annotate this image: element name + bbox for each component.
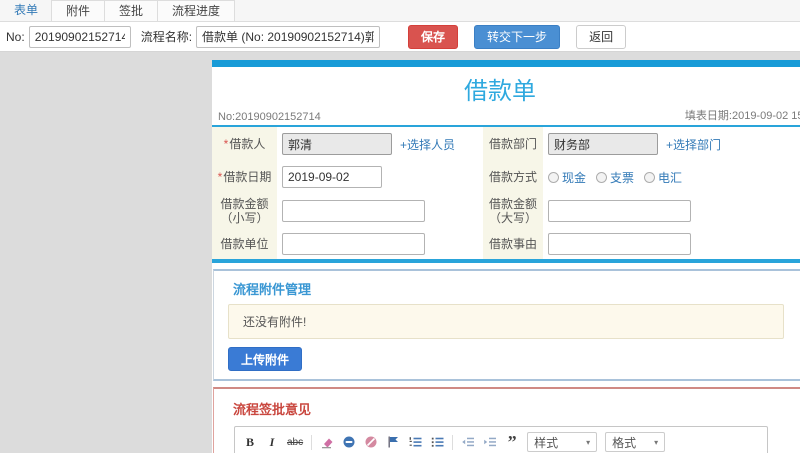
editor-toolbar: B I abc ” 样式 ▾ 格式 ▾ (235, 427, 767, 453)
department-label: 借款部门 (483, 127, 543, 161)
borrower-field: +选择人员 (277, 127, 483, 161)
loan-date-input[interactable] (282, 166, 382, 188)
no-attachment-alert: 还没有附件! (228, 304, 784, 339)
chevron-down-icon: ▾ (586, 437, 591, 447)
fill-date: 填表日期:2019-09-02 15:27:1 (684, 110, 800, 122)
styles-dropdown[interactable]: 样式 ▾ (527, 432, 598, 452)
document-meta-row: No:20190902152714 填表日期:2019-09-02 15:27:… (212, 109, 800, 127)
tab-approval[interactable]: 签批 (104, 0, 159, 21)
page-title: 借款单 (464, 78, 536, 105)
loan-reason-field (543, 229, 800, 259)
attachment-panel-heading: 流程附件管理 (233, 282, 312, 297)
amount-lowercase-input[interactable] (282, 200, 425, 222)
select-department-link[interactable]: +选择部门 (666, 136, 721, 153)
bullet-list-button[interactable] (430, 434, 444, 450)
loan-date-field (277, 161, 483, 193)
panel-top-accent-bar (212, 60, 800, 67)
remove-format-button[interactable] (320, 434, 334, 450)
unlink-icon (365, 436, 377, 448)
no-input[interactable] (28, 25, 131, 48)
ordered-list-button[interactable] (408, 434, 422, 450)
amount-uppercase-field (543, 193, 800, 229)
required-mark: * (217, 170, 223, 184)
outdent-icon (462, 437, 475, 447)
radio-icon (644, 171, 656, 183)
back-button[interactable]: 返回 (576, 24, 627, 49)
radio-icon (596, 171, 608, 183)
borrower-input[interactable] (282, 133, 392, 155)
loan-method-field: 现金 支票 电汇 (543, 161, 800, 193)
loan-method-label: 借款方式 (483, 161, 543, 193)
process-name-label: 流程名称: (140, 30, 193, 44)
link-icon (343, 436, 355, 448)
top-tab-bar: 表单 附件 签批 流程进度 (0, 0, 800, 22)
loan-unit-input[interactable] (282, 233, 425, 255)
borrower-label: * 借款人 (212, 127, 277, 161)
amount-lowercase-field (277, 193, 483, 229)
loan-reason-input[interactable] (548, 233, 691, 255)
toolbar-separator (452, 434, 454, 450)
loan-reason-label: 借款事由 (483, 229, 543, 259)
flag-icon (388, 436, 399, 448)
tab-form[interactable]: 表单 (0, 0, 52, 21)
format-dropdown[interactable]: 格式 ▾ (605, 432, 666, 452)
amount-uppercase-input[interactable] (548, 200, 691, 222)
outdent-button[interactable] (461, 434, 475, 450)
rich-text-editor: B I abc ” 样式 ▾ 格式 ▾ (234, 426, 768, 453)
save-button[interactable]: 保存 (408, 24, 459, 49)
process-name-input[interactable] (196, 25, 381, 48)
loan-form: * 借款人 +选择人员 借款部门 +选择部门 * 借款日期 借款方式 (212, 127, 800, 263)
radio-icon (548, 171, 559, 183)
no-label: No: (6, 29, 25, 44)
tab-process-progress[interactable]: 流程进度 (157, 0, 236, 21)
bold-button[interactable]: B (243, 434, 257, 450)
indent-icon (484, 437, 497, 447)
link-button[interactable] (342, 434, 356, 450)
approval-panel-heading: 流程签批意见 (233, 402, 312, 417)
loan-unit-field (277, 229, 483, 259)
command-bar: No: 流程名称: 保存 转交下一步 返回 (0, 22, 800, 52)
department-input[interactable] (548, 133, 658, 155)
document-panel: 借款单 No:20190902152714 填表日期:2019-09-02 15… (212, 60, 800, 453)
blockquote-button[interactable]: ” (505, 432, 519, 452)
bullet-list-icon (431, 437, 444, 447)
unlink-button[interactable] (364, 434, 378, 450)
attachment-panel: 流程附件管理 还没有附件! 上传附件 (213, 269, 800, 381)
toolbar-separator (311, 434, 313, 450)
radio-cheque[interactable]: 支票 (596, 169, 634, 186)
ordered-list-icon (409, 437, 422, 447)
department-field: +选择部门 (543, 127, 800, 161)
forward-next-step-button[interactable]: 转交下一步 (474, 24, 561, 49)
radio-wire-transfer[interactable]: 电汇 (644, 169, 682, 186)
radio-cash[interactable]: 现金 (548, 169, 586, 186)
select-person-link[interactable]: +选择人员 (400, 136, 455, 153)
loan-unit-label: 借款单位 (212, 229, 277, 259)
chevron-down-icon: ▾ (654, 437, 659, 447)
indent-button[interactable] (483, 434, 497, 450)
tab-attachment[interactable]: 附件 (51, 0, 106, 21)
document-no: No:20190902152714 (218, 111, 321, 123)
upload-attachment-button[interactable]: 上传附件 (228, 347, 303, 371)
amount-lowercase-label: 借款金额（小写） (212, 193, 277, 229)
eraser-icon (322, 438, 333, 449)
flag-anchor-button[interactable] (386, 434, 400, 450)
loan-date-label: * 借款日期 (212, 161, 277, 193)
amount-uppercase-label: 借款金额（大写） (483, 193, 543, 229)
required-mark: * (223, 137, 229, 151)
strikethrough-button[interactable]: abc (287, 434, 303, 450)
italic-button[interactable]: I (265, 434, 279, 450)
approval-panel: 流程签批意见 B I abc ” 样式 ▾ 格式 ▾ (213, 387, 800, 453)
